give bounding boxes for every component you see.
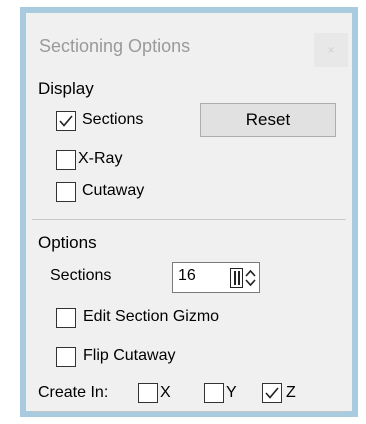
reset-button[interactable]: Reset — [200, 103, 336, 137]
xray-checkbox-label[interactable]: X-Ray — [78, 150, 122, 168]
close-icon: × — [327, 43, 335, 57]
sections-checkbox-label[interactable]: Sections — [82, 111, 143, 129]
flip-cutaway-checkbox[interactable] — [56, 347, 76, 367]
axis-x-label[interactable]: X — [160, 384, 171, 402]
sections-count-label: Sections — [50, 267, 112, 284]
close-button[interactable]: × — [314, 33, 348, 67]
checkmark-icon — [59, 115, 73, 127]
sections-checkbox[interactable] — [56, 111, 76, 131]
axis-y-checkbox[interactable] — [204, 383, 224, 403]
spin-arrows-icon[interactable] — [245, 269, 256, 287]
axis-y-label[interactable]: Y — [226, 384, 237, 402]
group-divider — [32, 219, 346, 220]
checkmark-icon — [265, 387, 279, 399]
axis-z-label[interactable]: Z — [286, 384, 296, 402]
create-in-label: Create In: — [38, 384, 109, 401]
xray-checkbox[interactable] — [56, 150, 76, 170]
cutaway-checkbox[interactable] — [56, 182, 76, 202]
sections-count-value[interactable]: 16 — [178, 267, 196, 285]
flip-cutaway-label[interactable]: Flip Cutaway — [83, 347, 175, 365]
display-group-header: Display — [38, 79, 94, 98]
axis-z-checkbox[interactable] — [262, 383, 282, 403]
options-group-header: Options — [38, 233, 97, 252]
sections-count-stepper[interactable]: 16 — [172, 262, 260, 293]
edit-section-gizmo-checkbox[interactable] — [56, 308, 76, 328]
cutaway-checkbox-label[interactable]: Cutaway — [82, 182, 144, 200]
edit-section-gizmo-label[interactable]: Edit Section Gizmo — [83, 308, 219, 326]
slider-grip-icon[interactable] — [230, 268, 243, 288]
title-bar[interactable]: Sectioning Options × — [26, 13, 352, 79]
sectioning-options-window: Sectioning Options × Display Sections Re… — [20, 7, 358, 417]
window-title: Sectioning Options — [39, 36, 191, 56]
bottom-divider — [32, 411, 346, 412]
axis-x-checkbox[interactable] — [138, 383, 158, 403]
